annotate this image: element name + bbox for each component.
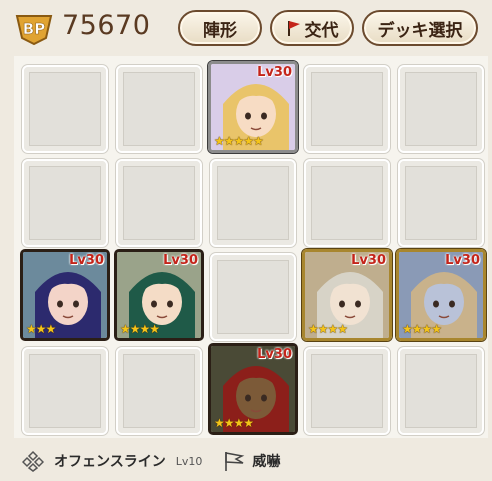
unit-stars: ★★★★ [120, 322, 160, 336]
portrait-eye [245, 394, 251, 402]
empty-slot[interactable] [304, 159, 390, 247]
footer-bar: オフェンスライン Lv10 威嚇 [22, 448, 280, 474]
empty-slot[interactable] [116, 159, 202, 247]
flag-icon [287, 21, 300, 36]
formation-label: 陣形 [203, 20, 237, 41]
skill-level: Lv10 [175, 454, 203, 468]
empty-slot[interactable] [116, 347, 202, 435]
empty-slot[interactable] [398, 65, 484, 153]
deck-select-button[interactable]: デッキ選択 [362, 10, 478, 46]
portrait-eye [449, 300, 455, 308]
portrait-eye [261, 394, 267, 402]
skill-name: オフェンスライン [54, 454, 166, 470]
empty-slot[interactable] [398, 347, 484, 435]
empty-slot[interactable] [22, 347, 108, 435]
empty-slot[interactable] [398, 159, 484, 247]
deck-select-label: デッキ選択 [377, 20, 463, 41]
empty-slot[interactable] [116, 65, 202, 153]
formation-button[interactable]: 陣形 [178, 10, 262, 46]
swap-label: 交代 [304, 20, 339, 41]
unit-card[interactable]: Lv30 ★★★★ [302, 249, 392, 341]
portrait-eye [151, 300, 157, 308]
portrait-eye [355, 300, 361, 308]
unit-level: Lv30 [69, 253, 104, 268]
portrait-eye [73, 300, 79, 308]
unit-stars: ★★★ [26, 322, 56, 336]
unit-level: Lv30 [445, 253, 480, 268]
bp-icon: BP [15, 15, 53, 46]
swap-button[interactable]: 交代 [270, 10, 354, 46]
portrait-eye [245, 112, 251, 120]
empty-slot[interactable] [22, 65, 108, 153]
unit-stars: ★★★★ [214, 416, 254, 430]
portrait-eye [261, 112, 267, 120]
bp-value: 75670 [62, 10, 151, 41]
empty-slot[interactable] [210, 253, 296, 341]
bp-label: BP [23, 20, 45, 38]
unit-card[interactable]: Lv30 ★★★★ [396, 249, 486, 341]
empty-slot[interactable] [22, 159, 108, 247]
skill-icon [22, 450, 44, 472]
unit-card[interactable]: Lv30 ★★★★★ [208, 61, 298, 153]
unit-card[interactable]: Lv30 ★★★ [20, 249, 110, 341]
unit-level: Lv30 [351, 253, 386, 268]
unit-stars: ★★★★ [402, 322, 442, 336]
empty-slot[interactable] [210, 159, 296, 247]
unit-card[interactable]: Lv30 ★★★★ [208, 343, 298, 435]
unit-level: Lv30 [257, 65, 292, 80]
unit-stars: ★★★★ [308, 322, 348, 336]
portrait-eye [433, 300, 439, 308]
flag-outline-icon [225, 452, 245, 471]
portrait-eye [57, 300, 63, 308]
portrait-eye [339, 300, 345, 308]
empty-slot[interactable] [304, 347, 390, 435]
unit-level: Lv30 [163, 253, 198, 268]
formation-grid: Lv30 ★★★★★ Lv30 ★★★ Lv30 ★★★★ Lv30 ★★★★ … [14, 56, 488, 438]
tactic-name: 威嚇 [252, 454, 281, 470]
unit-level: Lv30 [257, 347, 292, 362]
portrait-eye [167, 300, 173, 308]
empty-slot[interactable] [304, 65, 390, 153]
unit-card[interactable]: Lv30 ★★★★ [114, 249, 204, 341]
unit-stars: ★★★★★ [214, 134, 264, 148]
